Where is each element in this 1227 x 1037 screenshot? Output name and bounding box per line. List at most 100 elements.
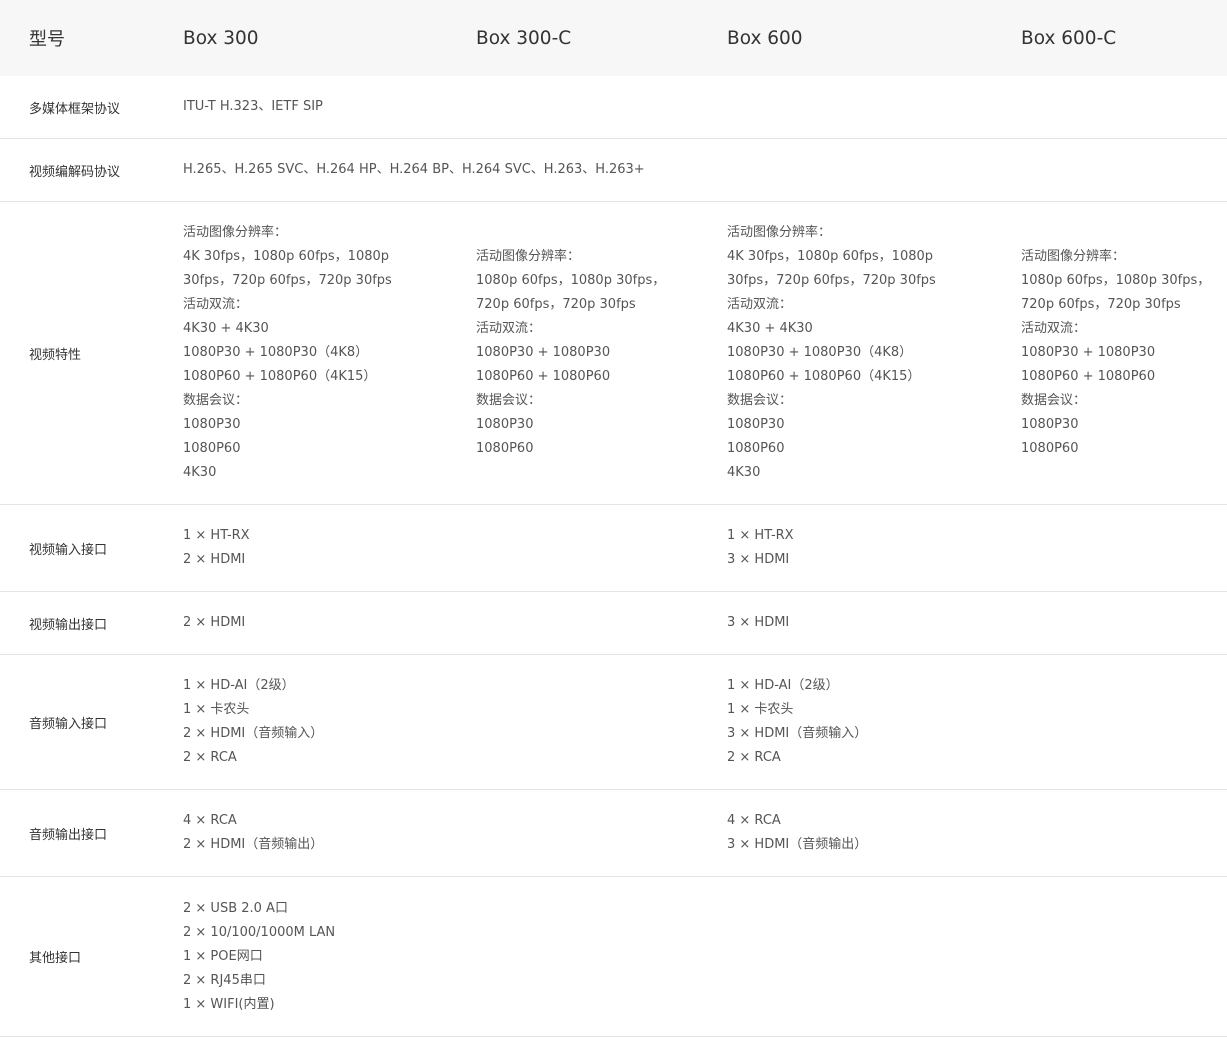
spec-value-line: ITU-T H.323、IETF SIP <box>183 99 323 114</box>
spec-value-cell: 1 × HD-AI（2级） 1 × 卡农头 2 × HDMI（音频输入） 2 × RC… <box>183 655 323 789</box>
spec-value-cell: 4 × RCA 2 × HDMI（音频输出） <box>183 790 323 876</box>
spec-value-cell: 2 × HDMI <box>183 592 245 654</box>
spec-value-line: 1080P60 + 1080P60（4K15） <box>727 369 921 384</box>
spec-value-line: 活动双流： <box>476 321 542 336</box>
spec-value-cell: 活动图像分辨率： 1080p 60fps，1080p 30fps， 720p 60f… <box>1021 202 1210 504</box>
spec-value-line: 1080P60 + 1080P60（4K15） <box>183 369 377 384</box>
spec-value-line: 1 × WIFI(内置) <box>183 996 275 1012</box>
spec-value-line: 2 × HDMI <box>183 615 246 630</box>
spec-value-line: 3 × HDMI <box>727 552 790 567</box>
spec-value-line: 1080P60 <box>1021 441 1079 456</box>
spec-value-cell: H.265、H.265 SVC、H.264 HP、H.264 BP、H.264 … <box>183 139 645 201</box>
spec-value-line: 1080P30 + 1080P30 <box>1021 345 1156 360</box>
spec-value-line: 1 × HT-RX <box>727 528 794 543</box>
spec-value-line: 4 × RCA <box>727 813 781 828</box>
row-label: 视频输入接口 <box>29 542 108 558</box>
audio-input-row: 音频输入接口 1 × HD-AI（2级） 1 × 卡农头 2 × HDMI（音频输入）… <box>0 655 1227 790</box>
spec-value-line: 720p 60fps，720p 30fps <box>476 297 636 312</box>
spec-value-line: 4K30 + 4K30 <box>183 321 269 336</box>
table-header-row: 型号 Box 300 Box 300-C Box 600 Box 600-C <box>0 0 1227 76</box>
spec-value-cell: 1 × HT-RX 3 × HDMI <box>727 505 794 591</box>
model-name-box-600: Box 600 <box>727 27 803 49</box>
row-label: 视频编解码协议 <box>29 164 121 180</box>
spec-value-cell: 活动图像分辨率： 1080p 60fps，1080p 30fps， 720p 60f… <box>476 202 665 504</box>
spec-value-line: 1080P30 <box>1021 417 1079 432</box>
spec-value-line: 4K 30fps，1080p 60fps，1080p <box>183 249 390 264</box>
codec-protocol-row: 视频编解码协议 H.265、H.265 SVC、H.264 HP、H.264 BP… <box>0 139 1227 202</box>
spec-value-line: 2 × 10/100/1000M LAN <box>183 924 336 940</box>
table-body: 多媒体框架协议 ITU-T H.323、IETF SIP 视频编解码协议 H.265、… <box>0 76 1227 1037</box>
video-input-row: 视频输入接口 1 × HT-RX 2 × HDMI 1 × HT-RX 3 × HDMI <box>0 505 1227 592</box>
spec-value-line: 4K30 <box>183 465 217 480</box>
framework-protocol-row: 多媒体框架协议 ITU-T H.323、IETF SIP <box>0 76 1227 139</box>
spec-value-line: 2 × HDMI（音频输入） <box>183 726 324 741</box>
spec-value-line: 活动图像分辨率： <box>183 225 288 240</box>
spec-value-line: 2 × HDMI <box>183 552 246 567</box>
header-label: 型号 <box>29 29 65 50</box>
spec-value-line: 数据会议： <box>727 393 793 408</box>
spec-value-cell: 活动图像分辨率： 4K 30fps，1080p 60fps，1080p 30fps，… <box>183 202 392 504</box>
spec-value-line: 2 × RCA <box>727 750 781 765</box>
spec-value-line: 数据会议： <box>183 393 249 408</box>
spec-value-line: 活动双流： <box>1021 321 1087 336</box>
spec-value-line: 1080p 60fps，1080p 30fps， <box>476 273 666 288</box>
spec-value-line: 1 × 卡农头 <box>727 702 794 717</box>
other-interfaces-row: 其他接口 2 × USB 2.0 A口 2 × 10/100/1000M LAN 1 … <box>0 877 1227 1037</box>
video-output-row: 视频输出接口 2 × HDMI 3 × HDMI <box>0 592 1227 655</box>
spec-value-line: 3 × HDMI（音频输出） <box>727 837 868 852</box>
spec-value-line: 活动双流： <box>727 297 793 312</box>
spec-value-line: 1 × HD-AI（2级） <box>727 678 839 693</box>
spec-value-line: 1080p 60fps，1080p 30fps， <box>1021 273 1211 288</box>
spec-value-line: 1080P30 <box>183 417 241 432</box>
model-name-box-600-c: Box 600-C <box>1021 27 1117 49</box>
audio-output-row: 音频输出接口 4 × RCA 2 × HDMI（音频输出） 4 × RCA 3 × HD… <box>0 790 1227 877</box>
spec-value-line: 1080P30 <box>476 417 534 432</box>
spec-value-line: 数据会议： <box>1021 393 1087 408</box>
spec-value-line: 1080P60 + 1080P60 <box>476 369 611 384</box>
spec-value-line: 720p 60fps，720p 30fps <box>1021 297 1181 312</box>
spec-value-cell: 3 × HDMI <box>727 592 789 654</box>
spec-value-line: 4 × RCA <box>183 813 237 828</box>
row-label: 多媒体框架协议 <box>29 101 121 117</box>
spec-value-line: 3 × HDMI（音频输入） <box>727 726 868 741</box>
model-name-box-300-c: Box 300-C <box>476 27 572 49</box>
spec-value-line: 30fps，720p 60fps，720p 30fps <box>183 273 392 288</box>
spec-value-line: 2 × USB 2.0 A口 <box>183 900 288 916</box>
spec-value-line: 1080P60 + 1080P60 <box>1021 369 1156 384</box>
spec-value-cell: 2 × USB 2.0 A口 2 × 10/100/1000M LAN 1 × PO… <box>183 877 335 1036</box>
spec-value-line: 4K 30fps，1080p 60fps，1080p <box>727 249 934 264</box>
spec-value-line: 2 × RCA <box>183 750 237 765</box>
spec-value-line: 1 × 卡农头 <box>183 702 250 717</box>
spec-value-line: 1080P60 <box>727 441 785 456</box>
spec-value-line: 活动图像分辨率： <box>1021 249 1126 264</box>
row-label: 音频输出接口 <box>29 827 108 843</box>
row-label: 其他接口 <box>29 951 82 966</box>
spec-value-line: 1080P30 + 1080P30（4K8） <box>727 345 913 360</box>
spec-value-line: 4K30 <box>727 465 761 480</box>
spec-value-line: 4K30 + 4K30 <box>727 321 813 336</box>
spec-value-line: 1080P30 + 1080P30 <box>476 345 611 360</box>
spec-table: 型号 Box 300 Box 300-C Box 600 Box 600-C 多… <box>0 0 1227 1037</box>
row-label: 音频输入接口 <box>29 716 108 732</box>
model-name-box-300: Box 300 <box>183 27 259 49</box>
spec-value-line: 2 × HDMI（音频输出） <box>183 837 324 852</box>
spec-value-line: 2 × RJ45串口 <box>183 972 266 988</box>
row-label: 视频输出接口 <box>29 617 108 633</box>
spec-value-cell: 1 × HT-RX 2 × HDMI <box>183 505 250 591</box>
spec-value-line: H.265、H.265 SVC、H.264 HP、H.264 BP、H.264 … <box>183 162 645 177</box>
spec-value-cell: 4 × RCA 3 × HDMI（音频输出） <box>727 790 867 876</box>
row-label: 视频特性 <box>29 347 82 363</box>
spec-value-cell: ITU-T H.323、IETF SIP <box>183 76 323 138</box>
spec-value-line: 1080P30 + 1080P30（4K8） <box>183 345 369 360</box>
spec-value-line: 活动双流： <box>183 297 249 312</box>
spec-value-line: 1080P60 <box>476 441 534 456</box>
spec-value-line: 1080P60 <box>183 441 241 456</box>
spec-value-line: 活动图像分辨率： <box>727 225 832 240</box>
spec-value-cell: 活动图像分辨率： 4K 30fps，1080p 60fps，1080p 30fps，… <box>727 202 936 504</box>
spec-value-line: 3 × HDMI <box>727 615 790 630</box>
spec-value-line: 30fps，720p 60fps，720p 30fps <box>727 273 936 288</box>
spec-value-line: 1080P30 <box>727 417 785 432</box>
spec-value-line: 数据会议： <box>476 393 542 408</box>
spec-value-line: 1 × HT-RX <box>183 528 250 543</box>
spec-value-line: 1 × POE网口 <box>183 948 263 964</box>
